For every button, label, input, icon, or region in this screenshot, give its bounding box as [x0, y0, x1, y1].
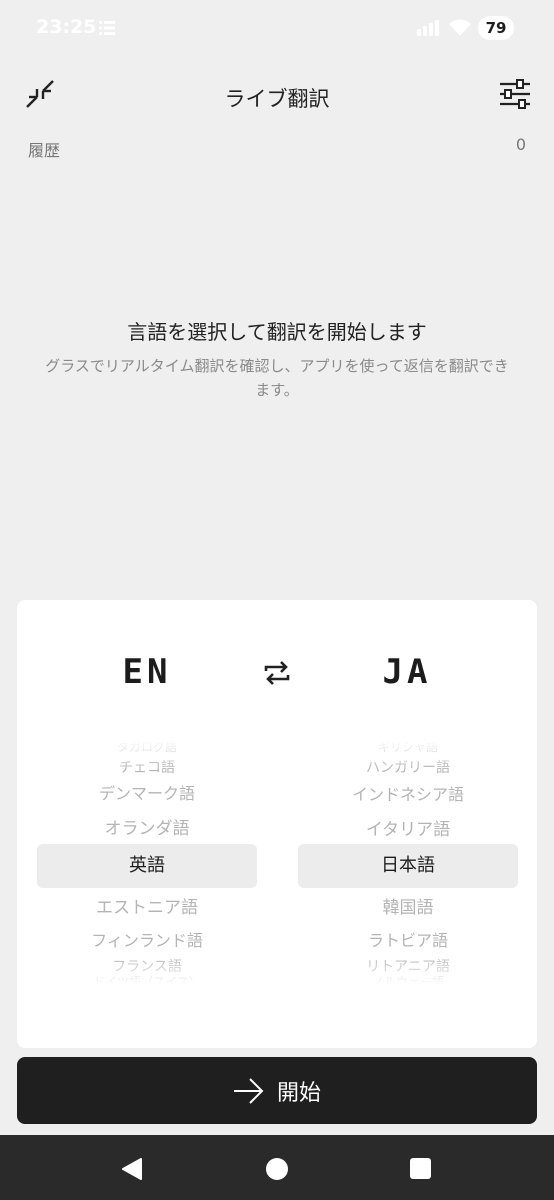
app-header: ライブ翻訳	[0, 60, 554, 130]
target-language-picker[interactable]: ギリシャ語 ハンガリー語 インドネシア語 イタリア語 日本語 韓国語 ラトビア語…	[298, 740, 518, 985]
back-icon[interactable]	[120, 1157, 144, 1181]
picker-option[interactable]: ハンガリー語	[298, 758, 518, 778]
signal-icon	[417, 20, 439, 36]
notification-list-icon	[99, 21, 115, 35]
history-label[interactable]: 履歴	[28, 137, 60, 161]
status-bar: 23:25 79	[0, 0, 554, 56]
picker-option[interactable]: オランダ語	[37, 816, 257, 842]
picker-option[interactable]: ノルウェー語	[298, 975, 518, 985]
history-count: 0	[515, 135, 526, 154]
swap-languages-icon[interactable]	[259, 655, 295, 691]
picker-option[interactable]: チェコ語	[37, 758, 257, 778]
picker-option-selected[interactable]: 日本語	[298, 844, 518, 888]
picker-option[interactable]: インドネシア語	[298, 783, 518, 807]
picker-option[interactable]: デンマーク語	[37, 782, 257, 806]
home-icon[interactable]	[265, 1157, 289, 1181]
start-button-label: 開始	[276, 1080, 321, 1106]
arrow-right-icon	[233, 1077, 264, 1104]
picker-option[interactable]: ギリシャ語	[298, 740, 518, 754]
picker-option[interactable]: フィンランド語	[37, 929, 257, 953]
start-button[interactable]: 開始	[17, 1057, 537, 1124]
settings-sliders-icon[interactable]	[497, 78, 533, 110]
recent-apps-icon[interactable]	[410, 1158, 431, 1179]
picker-option[interactable]: イタリア語	[298, 817, 518, 843]
picker-option[interactable]: エストニア語	[37, 895, 257, 921]
system-nav-bar	[0, 1135, 554, 1200]
source-language-picker[interactable]: タガログ語 チェコ語 デンマーク語 オランダ語 英語 エストニア語 フィンランド…	[37, 740, 257, 985]
picker-option[interactable]: リトアニア語	[298, 957, 518, 977]
target-language-code[interactable]: JA	[347, 652, 467, 692]
battery-indicator: 79	[478, 16, 514, 40]
picker-option[interactable]: フランス語	[37, 957, 257, 977]
source-language-code[interactable]: EN	[87, 652, 207, 692]
picker-option[interactable]: ドイツ語（スイス）	[37, 975, 257, 985]
picker-option[interactable]: ラトビア語	[298, 929, 518, 953]
picker-option[interactable]: タガログ語	[37, 740, 257, 754]
status-time: 23:25	[36, 16, 97, 38]
picker-option-selected[interactable]: 英語	[37, 844, 257, 888]
page-title: ライブ翻訳	[224, 87, 330, 111]
wifi-icon	[449, 19, 471, 36]
language-selection-card: EN JA タガログ語 チェコ語 デンマーク語 オランダ語 英語 エストニア語 …	[17, 600, 537, 1048]
empty-state-title: 言語を選択して翻訳を開始します	[127, 320, 427, 344]
empty-state-description: グラスでリアルタイム翻訳を確認し、アプリを使って返信を翻訳できます。	[45, 357, 509, 399]
picker-option[interactable]: 韓国語	[298, 895, 518, 921]
